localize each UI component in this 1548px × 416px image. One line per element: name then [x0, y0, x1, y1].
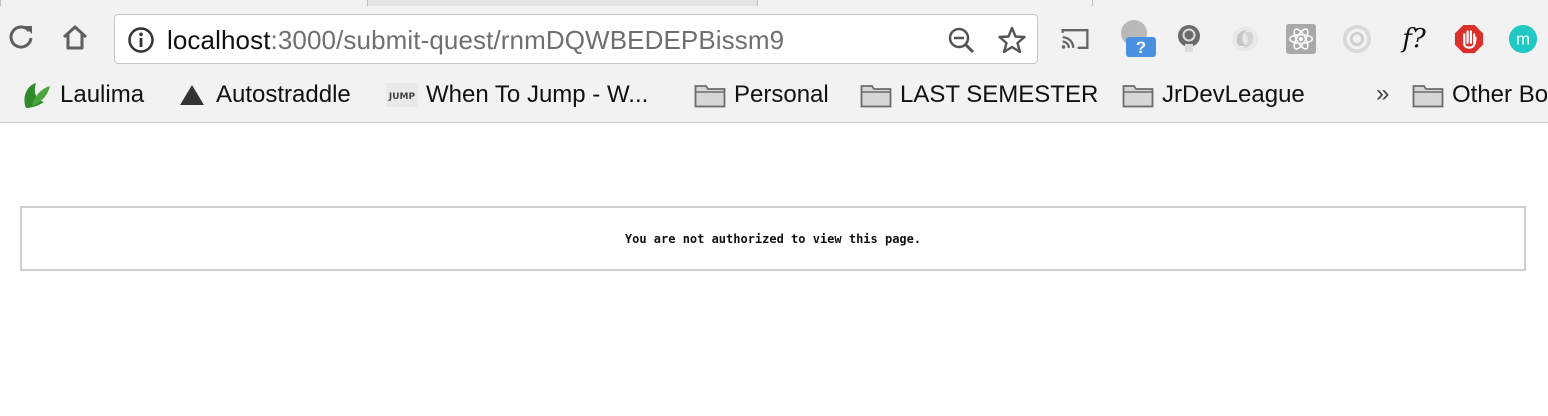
url-text[interactable]: localhost:3000/submit-quest/rnmDQWBEDEPB… [167, 25, 784, 55]
bookmark-folder-other[interactable]: Other Bo [1412, 80, 1548, 110]
page-content: You are not authorized to view this page… [0, 123, 1548, 416]
bookmark-folder-last-semester[interactable]: LAST SEMESTER [860, 80, 1098, 110]
lightbulb-icon [1178, 25, 1200, 52]
reload-icon [9, 25, 33, 49]
cast-icon [1061, 29, 1089, 49]
help-badge-text: ? [1136, 38, 1146, 57]
bookmark-label: Laulima [60, 81, 145, 108]
adblock-icon [1454, 24, 1484, 54]
home-button[interactable] [58, 20, 92, 54]
bookmark-folder-personal[interactable]: Personal [694, 80, 829, 110]
fonts-extension-icon: f? [1402, 24, 1426, 54]
ring-extension-icon [1342, 24, 1372, 54]
swirl-extension-button[interactable] [1230, 24, 1260, 54]
bookmarks-overflow-chevron-icon[interactable]: » [1376, 80, 1389, 108]
bookmark-label: JrDevLeague [1162, 81, 1305, 108]
laulima-leaf-icon [20, 81, 52, 109]
swirl-extension-icon [1231, 26, 1259, 52]
lightbulb-button[interactable] [1174, 24, 1204, 54]
m-extension-label: m [1516, 30, 1530, 49]
unauthorized-message: You are not authorized to view this page… [624, 231, 922, 246]
help-extension-icon: ? [1121, 20, 1156, 57]
m-extension-icon: m [1508, 24, 1538, 54]
folder-icon [694, 81, 726, 109]
m-extension-button[interactable]: m [1508, 24, 1538, 54]
bookmark-label: Other Bo [1452, 81, 1548, 108]
browser-toolbar: localhost:3000/submit-quest/rnmDQWBEDEPB… [0, 6, 1548, 70]
folder-icon [860, 81, 892, 109]
bookmark-laulima[interactable]: Laulima [20, 80, 144, 110]
bookmark-label: LAST SEMESTER [900, 81, 1099, 108]
react-devtools-button[interactable] [1286, 24, 1316, 54]
address-bar[interactable]: localhost:3000/submit-quest/rnmDQWBEDEPB… [114, 14, 1038, 64]
bookmark-label: Autostraddle [216, 81, 351, 108]
folder-icon [1412, 81, 1444, 109]
jump-favicon-text: JUMP [388, 92, 416, 102]
info-icon[interactable] [127, 26, 155, 54]
react-devtools-icon [1286, 24, 1316, 54]
cast-button[interactable] [1060, 24, 1090, 54]
bookmark-label: Personal [734, 81, 829, 108]
bookmark-autostraddle[interactable]: Autostraddle [176, 80, 351, 110]
unauthorized-message-box: You are not authorized to view this page… [20, 206, 1526, 271]
bookmarks-bar: Laulima Autostraddle JUMP When To Jump -… [0, 70, 1548, 123]
fonts-extension-button[interactable]: f? [1396, 24, 1432, 54]
ring-extension-button[interactable] [1342, 24, 1372, 54]
url-host: localhost [167, 25, 271, 55]
home-icon [62, 25, 88, 50]
url-path: :3000/submit-quest/rnmDQWBEDEPBissm9 [270, 25, 785, 55]
bookmark-folder-jrdevleague[interactable]: JrDevLeague [1122, 80, 1305, 110]
help-extension-button[interactable]: ? [1118, 20, 1160, 57]
adblock-button[interactable] [1454, 24, 1484, 54]
folder-icon [1122, 81, 1154, 109]
bookmark-when-to-jump[interactable]: JUMP When To Jump - W... [386, 80, 648, 110]
reload-button[interactable] [4, 20, 38, 54]
jump-favicon-icon: JUMP [386, 81, 418, 109]
zoom-out-icon[interactable] [947, 26, 975, 54]
triangle-icon [176, 81, 208, 109]
bookmark-label: When To Jump - W... [426, 81, 649, 108]
browser-window: localhost:3000/submit-quest/rnmDQWBEDEPB… [0, 0, 1548, 416]
bookmark-star-icon[interactable] [997, 25, 1027, 55]
